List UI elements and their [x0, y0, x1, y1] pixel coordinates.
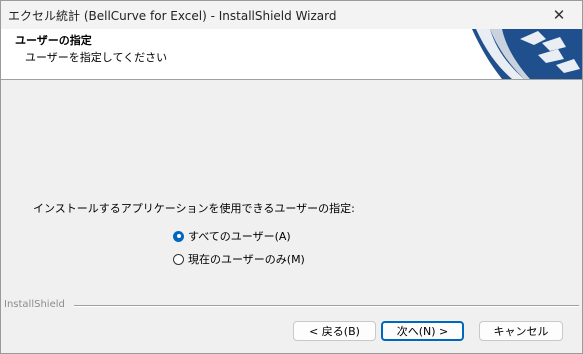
- radio-checked-icon[interactable]: [173, 230, 184, 242]
- next-button[interactable]: 次へ(N) >: [381, 321, 464, 341]
- close-icon: ✕: [552, 6, 566, 24]
- installshield-logo-icon: [472, 29, 582, 79]
- footer-divider: [74, 305, 579, 307]
- installshield-wizard-window: エクセル統計 (BellCurve for Excel) - InstallSh…: [0, 0, 583, 354]
- installshield-brand-label: InstallShield: [4, 299, 65, 310]
- title-bar[interactable]: エクセル統計 (BellCurve for Excel) - InstallSh…: [1, 1, 582, 29]
- radio-current-user[interactable]: 現在のユーザーのみ(M): [173, 251, 305, 267]
- radio-unchecked-icon[interactable]: [173, 253, 184, 265]
- wizard-header: ユーザーの指定 ユーザーを指定してください: [1, 29, 582, 80]
- cancel-button[interactable]: キャンセル: [479, 321, 563, 341]
- window-title: エクセル統計 (BellCurve for Excel) - InstallSh…: [8, 9, 337, 23]
- close-button[interactable]: ✕: [536, 1, 582, 29]
- radio-label-current-user: 現在のユーザーのみ(M): [188, 253, 305, 266]
- page-subtitle: ユーザーを指定してください: [25, 51, 168, 64]
- back-button[interactable]: < 戻る(B): [293, 321, 376, 341]
- radio-label-all-users: すべてのユーザー(A): [188, 230, 291, 243]
- page-title: ユーザーの指定: [15, 34, 92, 47]
- user-selection-prompt: インストールするアプリケーションを使用できるユーザーの指定:: [33, 202, 355, 215]
- radio-all-users[interactable]: すべてのユーザー(A): [173, 228, 291, 244]
